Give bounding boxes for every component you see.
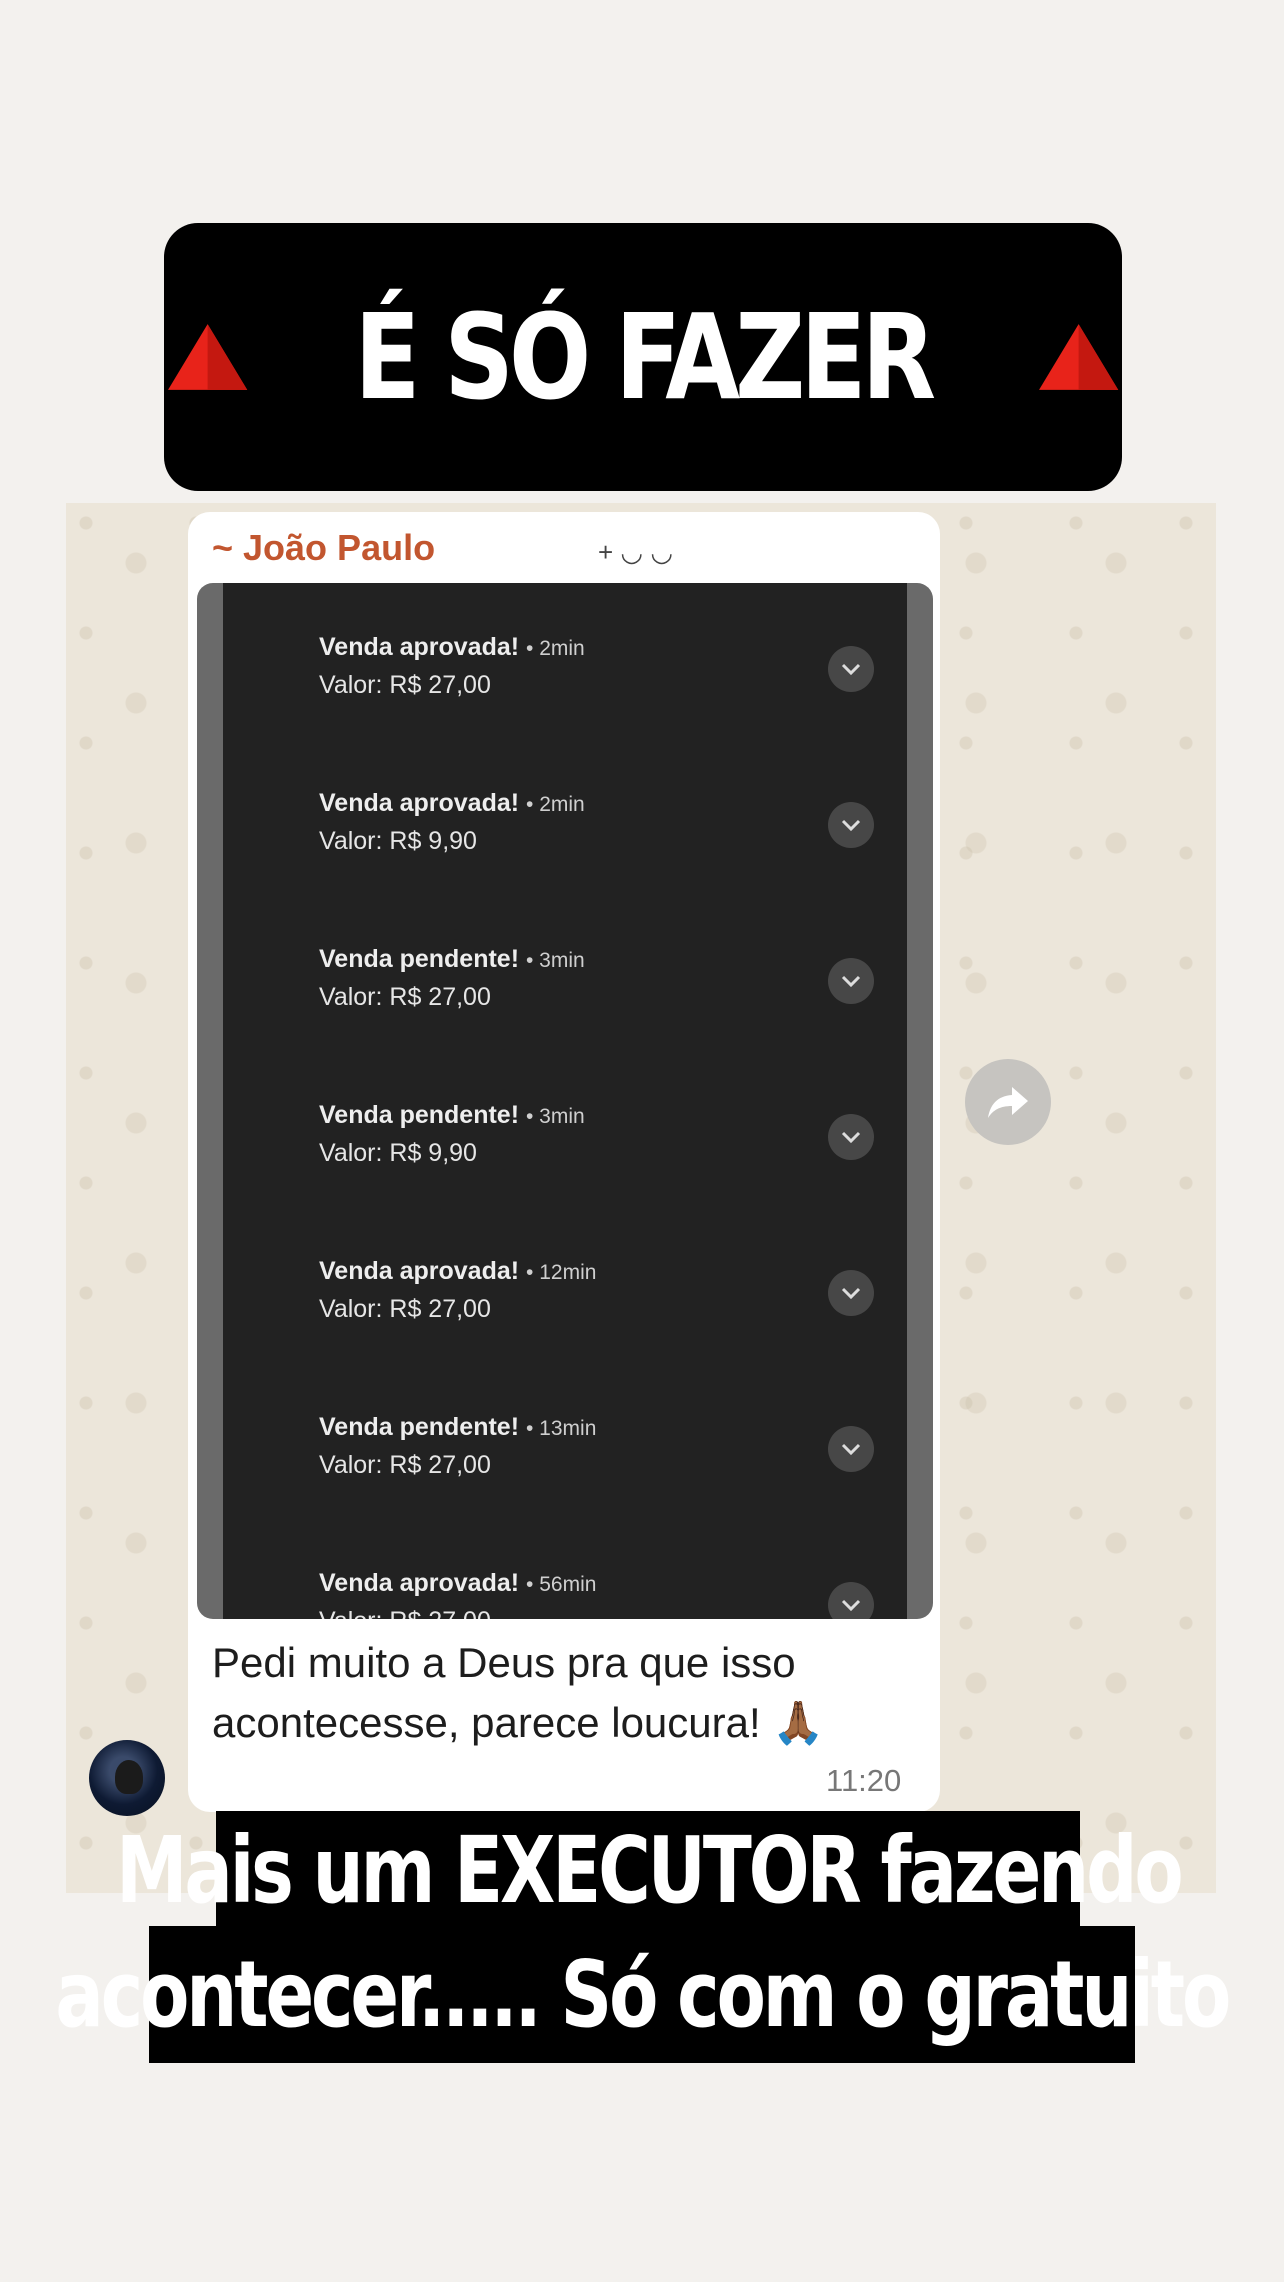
notification-value: Valor: R$ 27,00 — [319, 1295, 491, 1323]
list-item: Venda aprovada! • 2min Valor: R$ 9,90 — [223, 761, 907, 881]
avatar[interactable] — [89, 1740, 165, 1816]
notification-value: Valor: R$ 9,90 — [319, 1139, 477, 1167]
red-triangle-icon — [1038, 324, 1118, 390]
sender-phone-fragment: + ◡ ◡ — [598, 537, 674, 567]
notification-list: Venda aprovada! • 2min Valor: R$ 27,00 V… — [223, 583, 907, 1619]
chevron-down-icon[interactable] — [828, 1114, 874, 1160]
forward-button[interactable] — [965, 1059, 1051, 1145]
top-banner: É SÓ FAZER — [164, 223, 1122, 491]
list-item: Venda pendente! • 13min Valor: R$ 27,00 — [223, 1385, 907, 1505]
chevron-down-icon[interactable] — [828, 1426, 874, 1472]
notification-title: Venda pendente! • 13min — [319, 1413, 597, 1441]
notification-title: Venda aprovada! • 56min — [319, 1569, 597, 1597]
chevron-down-icon[interactable] — [828, 1582, 874, 1619]
notification-title: Venda aprovada! • 2min — [319, 633, 585, 661]
notification-value: Valor: R$ 27,00 — [319, 1451, 491, 1479]
notification-value: Valor: R$ 27,00 — [319, 983, 491, 1011]
chevron-down-icon[interactable] — [828, 1270, 874, 1316]
forward-icon — [988, 1087, 1028, 1118]
notification-value: Valor: R$ 9,90 — [319, 827, 477, 855]
chevron-down-icon[interactable] — [828, 802, 874, 848]
caption-line-2: acontecer..... Só com o gratuito — [56, 1926, 1231, 2063]
caption-line-1: Mais um EXECUTOR fazendo — [116, 1811, 1183, 1929]
notification-value: Valor: R$ 27,00 — [319, 671, 491, 699]
list-item: Venda aprovada! • 56min Valor: R$ 27,00 — [223, 1541, 907, 1619]
notification-title: Venda pendente! • 3min — [319, 945, 585, 973]
red-triangle-icon — [168, 324, 248, 390]
chevron-down-icon[interactable] — [828, 958, 874, 1004]
notification-value: Valor: R$ 27,00 — [319, 1607, 491, 1619]
chevron-down-icon[interactable] — [828, 646, 874, 692]
notification-title: Venda pendente! • 3min — [319, 1101, 585, 1129]
list-item: Venda aprovada! • 2min Valor: R$ 27,00 — [223, 605, 907, 725]
notification-title: Venda aprovada! • 12min — [319, 1257, 597, 1285]
sender-name[interactable]: ~ João Paulo — [212, 527, 435, 569]
list-item: Venda pendente! • 3min Valor: R$ 27,00 — [223, 917, 907, 1037]
message-time: 11:20 — [826, 1763, 902, 1798]
list-item: Venda aprovada! • 12min Valor: R$ 27,00 — [223, 1229, 907, 1349]
list-item: Venda pendente! • 3min Valor: R$ 9,90 — [223, 1073, 907, 1193]
notification-title: Venda aprovada! • 2min — [319, 789, 585, 817]
banner-title: É SÓ FAZER — [354, 288, 937, 426]
message-text: Pedi muito a Deus pra que isso aconteces… — [212, 1639, 825, 1746]
attached-screenshot[interactable]: Venda aprovada! • 2min Valor: R$ 27,00 V… — [197, 583, 933, 1619]
